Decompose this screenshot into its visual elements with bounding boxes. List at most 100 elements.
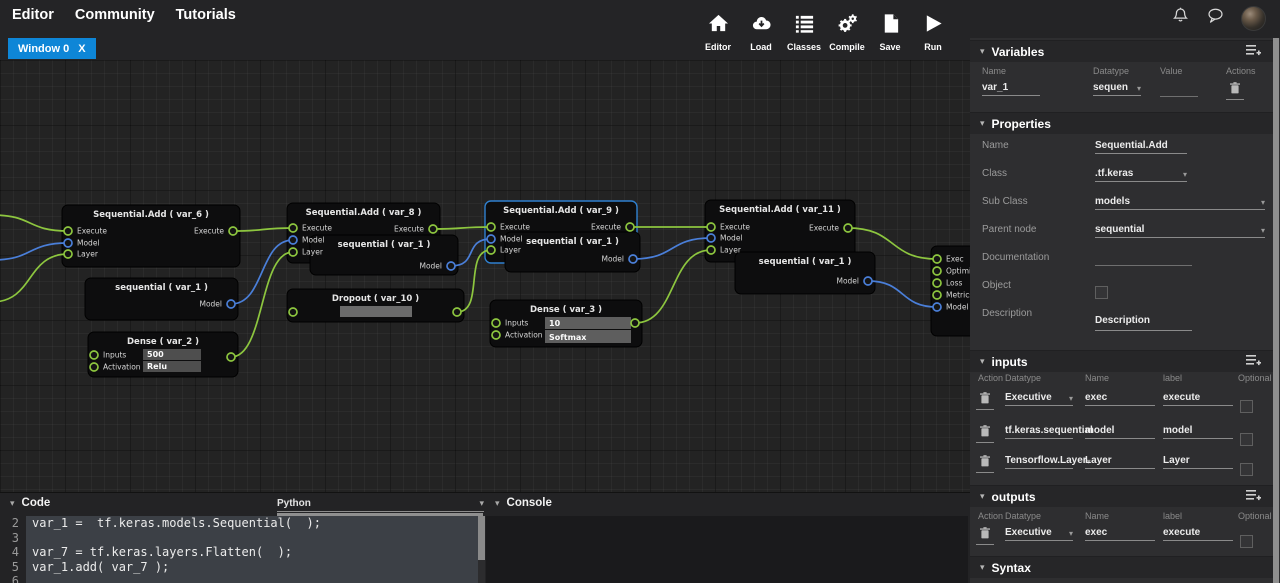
output-port[interactable]	[631, 319, 639, 327]
property-field-parent-node[interactable]: sequential▾	[1095, 222, 1265, 238]
wire[interactable]	[231, 252, 293, 357]
right-panel-scrollbar[interactable]	[1273, 38, 1279, 583]
variable-value-field[interactable]	[1160, 96, 1198, 97]
code-line[interactable]: 2var_1 = tf.keras.models.Sequential( );	[0, 516, 478, 531]
property-field-description[interactable]: Description	[1095, 312, 1192, 328]
section-header-outputs[interactable]: ▾ outputs	[970, 485, 1273, 507]
input-port[interactable]	[487, 235, 495, 243]
input-port[interactable]	[487, 223, 495, 231]
chat-icon[interactable]	[1206, 6, 1225, 30]
property-field-sub-class[interactable]: models▾	[1095, 194, 1265, 210]
toolbar-button-run[interactable]: Run	[913, 13, 953, 52]
add-row-icon[interactable]	[1246, 489, 1261, 505]
input-port[interactable]	[289, 236, 297, 244]
section-header-inputs[interactable]: ▾ inputs	[970, 350, 1273, 372]
wire[interactable]	[0, 215, 68, 231]
delete-row-button[interactable]	[976, 392, 994, 410]
output-port[interactable]	[229, 227, 237, 235]
collapse-triangle-icon[interactable]: ▾	[495, 498, 500, 509]
wire[interactable]	[0, 254, 68, 302]
property-field-class[interactable]: .tf.keras▾	[1095, 166, 1187, 182]
input-port[interactable]	[933, 279, 941, 287]
output-port[interactable]	[844, 224, 852, 232]
node-field[interactable]	[340, 306, 412, 317]
wire[interactable]	[0, 243, 68, 260]
input-port[interactable]	[90, 351, 98, 359]
optional-checkbox[interactable]	[1240, 463, 1253, 476]
nav-item-tutorials[interactable]: Tutorials	[176, 7, 236, 23]
input-port[interactable]	[707, 234, 715, 242]
code-line[interactable]: 3	[0, 531, 478, 546]
optional-checkbox[interactable]	[1095, 286, 1108, 299]
tab-window-0[interactable]: Window 0 X	[8, 38, 96, 59]
input-port[interactable]	[487, 246, 495, 254]
input-port[interactable]	[90, 363, 98, 371]
collapse-triangle-icon[interactable]: ▾	[980, 491, 985, 502]
collapse-triangle-icon[interactable]: ▾	[10, 498, 15, 509]
input-port[interactable]	[64, 250, 72, 258]
property-field-name[interactable]: Sequential.Add	[1095, 138, 1187, 154]
nav-item-community[interactable]: Community	[75, 7, 155, 23]
output-port[interactable]	[626, 223, 634, 231]
input-port[interactable]	[707, 223, 715, 231]
variable-datatype-select[interactable]: sequen▾	[1093, 80, 1141, 96]
wire[interactable]	[233, 228, 293, 231]
toolbar-button-compile[interactable]: Compile	[827, 13, 867, 52]
input-datatype-select[interactable]: Executive▾	[1005, 390, 1073, 406]
input-label-field[interactable]: execute	[1163, 390, 1233, 406]
input-port[interactable]	[289, 248, 297, 256]
avatar[interactable]	[1241, 6, 1266, 31]
language-select[interactable]: Python ▾	[277, 496, 484, 512]
collapse-triangle-icon[interactable]: ▾	[980, 46, 985, 57]
wire[interactable]	[635, 250, 711, 323]
output-port[interactable]	[429, 225, 437, 233]
code-text[interactable]: var_7 = tf.keras.layers.Flatten( );	[26, 545, 478, 560]
input-port[interactable]	[492, 331, 500, 339]
delete-row-button[interactable]	[976, 455, 994, 473]
input-port[interactable]	[492, 319, 500, 327]
tab-close-button[interactable]: X	[78, 43, 85, 55]
output-port[interactable]	[864, 277, 872, 285]
input-port[interactable]	[707, 246, 715, 254]
input-port[interactable]	[64, 227, 72, 235]
graph-node-seq_var_1_c[interactable]: sequential ( var_1 )	[505, 232, 640, 272]
code-text[interactable]	[26, 531, 478, 546]
input-name-field[interactable]: model	[1085, 423, 1155, 439]
code-editor[interactable]: 2var_1 = tf.keras.models.Sequential( );3…	[0, 516, 478, 583]
node-canvas[interactable]: Sequential.Add ( var_6 )sequential ( var…	[0, 60, 970, 492]
code-text[interactable]	[26, 574, 478, 583]
optional-checkbox[interactable]	[1240, 400, 1253, 413]
input-name-field[interactable]: exec	[1085, 390, 1155, 406]
section-header-properties[interactable]: ▾ Properties	[970, 112, 1273, 134]
wire[interactable]	[633, 238, 711, 259]
section-header-syntax[interactable]: ▾ Syntax	[970, 556, 1273, 578]
input-port[interactable]	[933, 267, 941, 275]
section-header-variables[interactable]: ▾ Variables	[970, 40, 1273, 62]
input-port[interactable]	[64, 239, 72, 247]
input-label-field[interactable]: model	[1163, 423, 1233, 439]
toolbar-button-editor[interactable]: Editor	[698, 13, 738, 52]
graph-node-var_10[interactable]: Dropout ( var_10 )	[287, 289, 464, 322]
delete-row-button[interactable]	[976, 425, 994, 443]
optional-checkbox[interactable]	[1240, 433, 1253, 446]
code-panel-header[interactable]: ▾ Code	[10, 497, 50, 509]
wire[interactable]	[868, 281, 937, 307]
property-field-documentation[interactable]	[1095, 250, 1192, 266]
input-name-field[interactable]: Layer	[1085, 453, 1155, 469]
output-name-field[interactable]: exec	[1085, 525, 1155, 541]
code-line[interactable]: 5var_1.add( var_7 );	[0, 560, 478, 575]
input-port[interactable]	[933, 291, 941, 299]
bell-icon[interactable]	[1171, 6, 1190, 30]
input-port[interactable]	[289, 224, 297, 232]
input-port[interactable]	[933, 303, 941, 311]
input-port[interactable]	[289, 308, 297, 316]
output-port[interactable]	[447, 262, 455, 270]
wire[interactable]	[433, 227, 491, 229]
input-label-field[interactable]: Layer	[1163, 453, 1233, 469]
code-text[interactable]: var_1.add( var_7 );	[26, 560, 478, 575]
output-port[interactable]	[227, 300, 235, 308]
code-line[interactable]: 4var_7 = tf.keras.layers.Flatten( );	[0, 545, 478, 560]
code-text[interactable]: var_1 = tf.keras.models.Sequential( );	[26, 516, 478, 531]
toolbar-button-load[interactable]: Load	[741, 13, 781, 52]
console-panel-header[interactable]: ▾ Console	[495, 497, 552, 509]
